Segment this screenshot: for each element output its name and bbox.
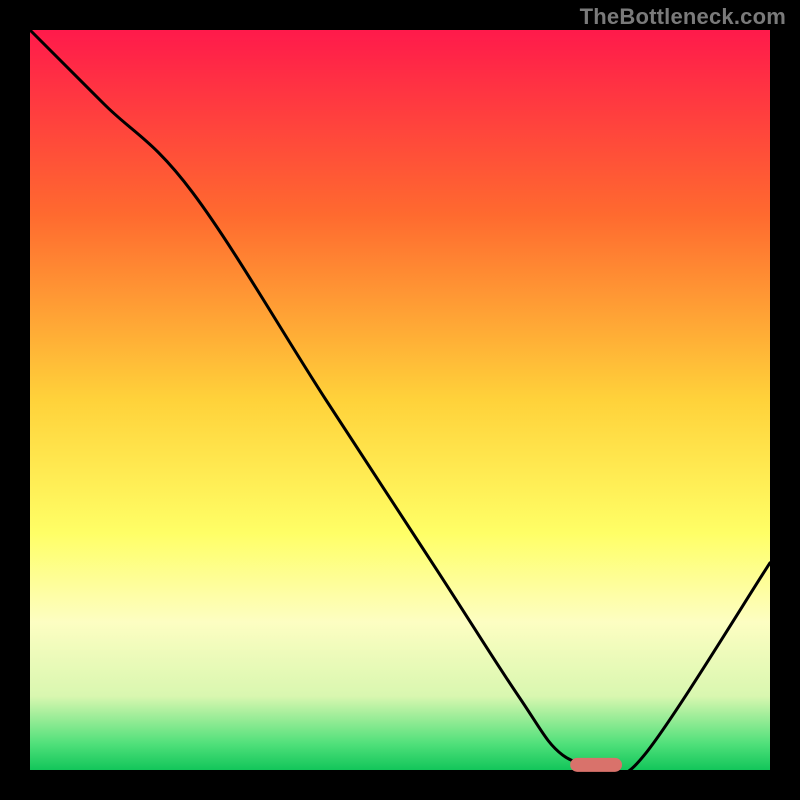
chart-frame: TheBottleneck.com: [0, 0, 800, 800]
gradient-background: [30, 30, 770, 770]
watermark-label: TheBottleneck.com: [580, 4, 786, 30]
bottleneck-chart: [0, 0, 800, 800]
optimal-range-marker: [570, 758, 622, 772]
